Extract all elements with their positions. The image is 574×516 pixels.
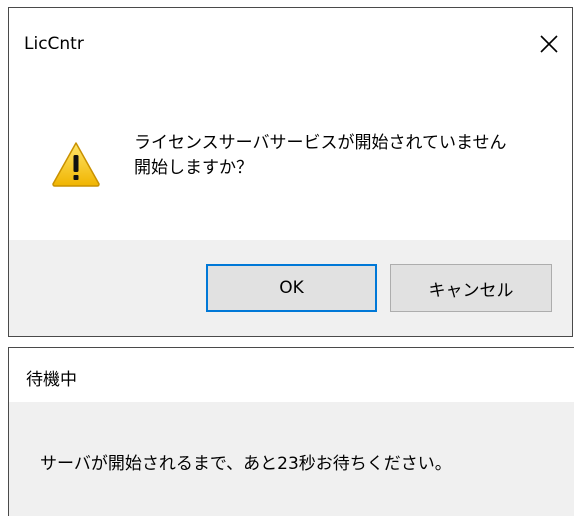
wait-message: サーバが開始されるまで、あと23秒お待ちください。	[40, 454, 452, 474]
cancel-button[interactable]: キャンセル	[390, 264, 552, 312]
waiting-dialog: 待機中 サーバが開始されるまで、あと23秒お待ちください。	[8, 347, 574, 516]
screen: LicCntr ライセンスサーバサービスが開始されていません 開始しますか？ O…	[0, 0, 574, 516]
message-text: ライセンスサーバサービスが開始されていません 開始しますか？	[134, 131, 506, 181]
title-bar: LicCntr	[9, 8, 572, 74]
close-button[interactable]	[526, 23, 572, 65]
dialog-content: ライセンスサーバサービスが開始されていません 開始しますか？	[9, 74, 572, 240]
close-icon	[540, 35, 558, 53]
dialog-title: 待機中	[26, 370, 77, 390]
dialog-body: サーバが開始されるまで、あと23秒お待ちください。	[9, 402, 574, 516]
button-bar: OK キャンセル	[9, 240, 572, 336]
dialog-title: LicCntr	[24, 34, 84, 54]
message-line-2: 開始しますか？	[134, 158, 253, 178]
warning-icon	[52, 142, 100, 187]
liccntr-dialog: LicCntr ライセンスサーバサービスが開始されていません 開始しますか？ O…	[8, 7, 573, 337]
message-line-1: ライセンスサーバサービスが開始されていません	[134, 133, 507, 153]
ok-button[interactable]: OK	[206, 264, 377, 312]
